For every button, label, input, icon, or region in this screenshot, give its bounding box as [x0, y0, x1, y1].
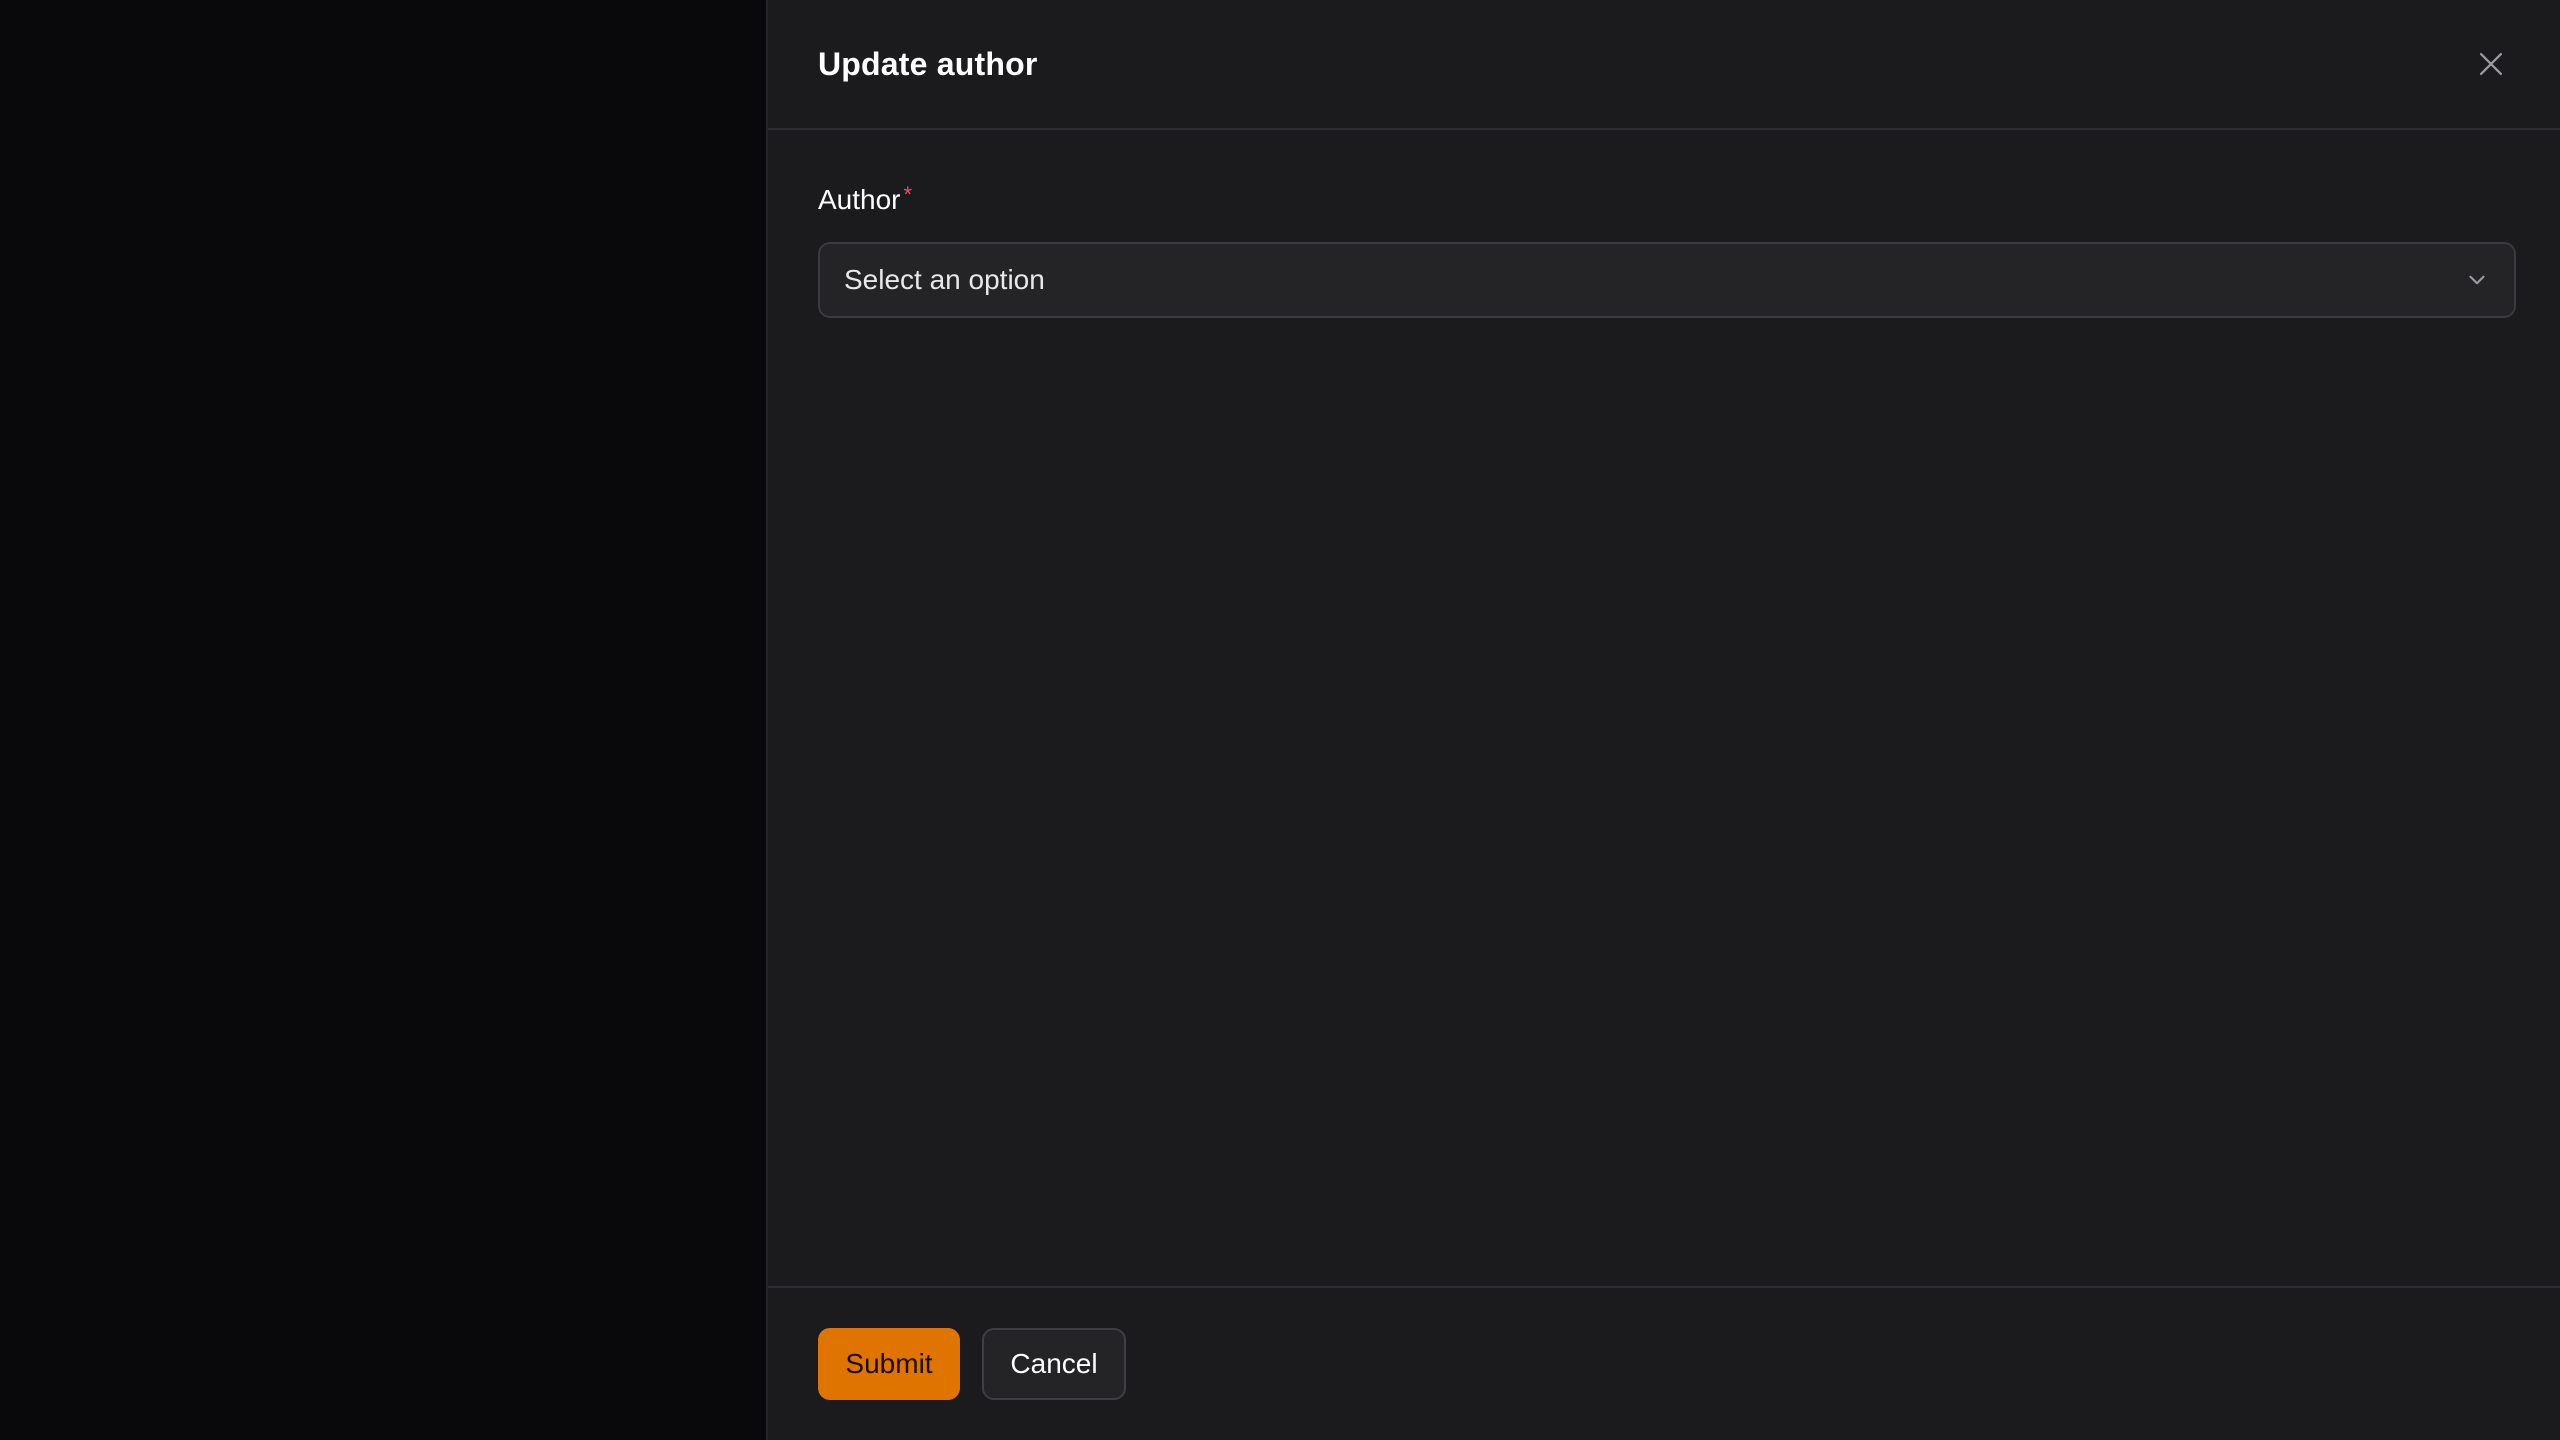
overlay-backdrop[interactable]	[0, 0, 766, 1440]
chevron-down-icon	[2469, 275, 2485, 285]
author-label-text: Author	[818, 184, 901, 215]
required-marker: *	[903, 182, 913, 207]
panel-title: Update author	[818, 45, 1038, 82]
author-field-label: Author *	[818, 180, 2512, 220]
panel-body: Author * Select an option	[768, 130, 2560, 1286]
author-select[interactable]: Select an option	[818, 242, 2516, 318]
author-select-value: Select an option	[844, 264, 1045, 295]
submit-button[interactable]: Submit	[818, 1328, 960, 1400]
close-icon	[2479, 52, 2503, 76]
panel-header: Update author	[768, 0, 2560, 130]
update-author-panel: Update author Author * Select an option …	[766, 0, 2560, 1440]
cancel-button[interactable]: Cancel	[982, 1328, 1126, 1400]
close-button[interactable]	[2468, 41, 2514, 87]
panel-footer: Submit Cancel	[768, 1286, 2560, 1440]
